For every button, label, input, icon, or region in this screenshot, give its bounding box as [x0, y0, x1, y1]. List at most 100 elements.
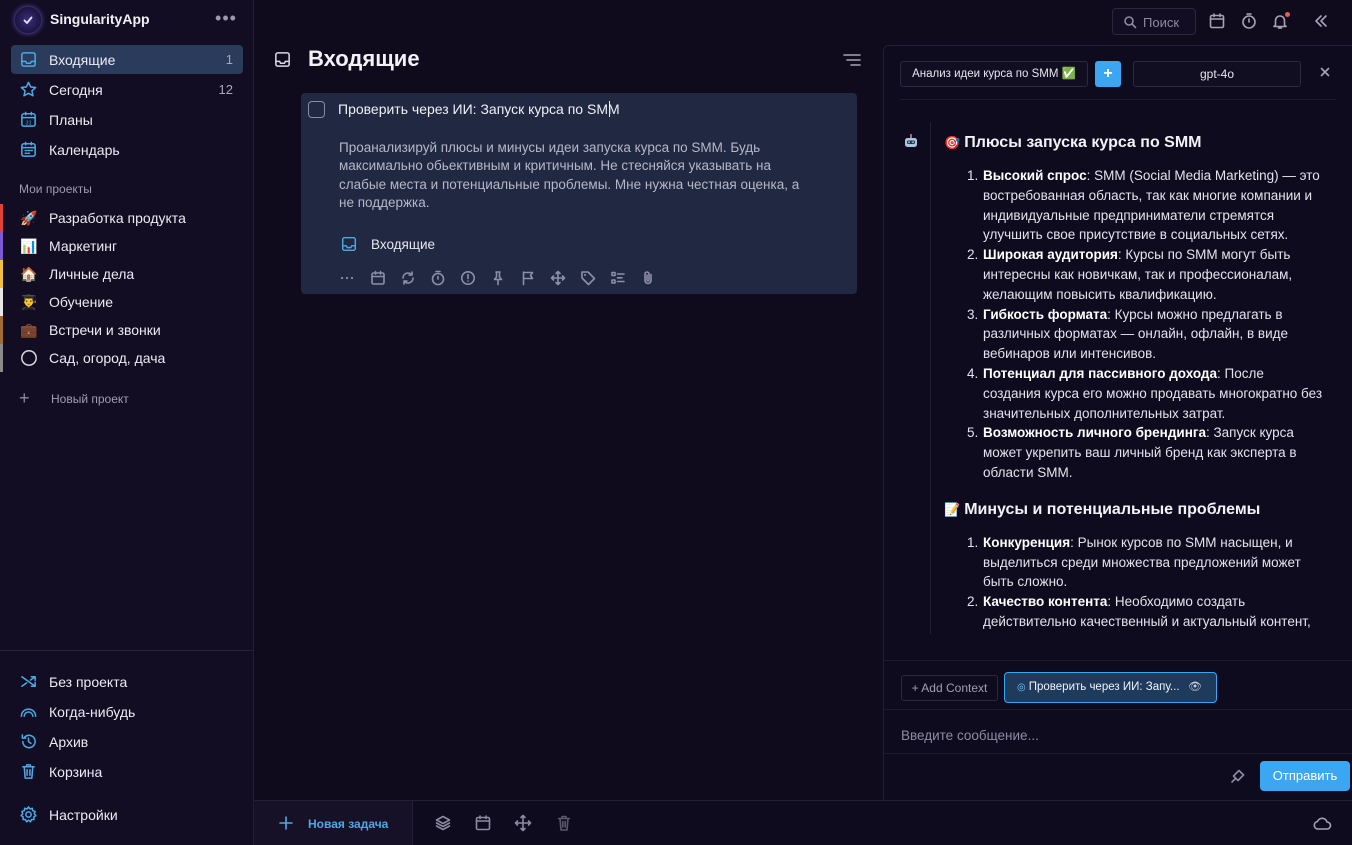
- context-chip-label: Проверить через ИИ: Запу...: [1028, 681, 1180, 693]
- list-item: 3. Гибкость формата: Курсы можно предлага…: [967, 306, 1288, 362]
- nav-count: 12: [218, 82, 233, 97]
- nav-item-inbox[interactable]: Входящие 1: [11, 45, 243, 74]
- message-rail: [930, 122, 931, 634]
- project-item-meetings[interactable]: 💼 Встречи и звонки: [0, 316, 254, 344]
- nav-item-today[interactable]: Сегодня 12: [11, 75, 243, 104]
- briefcase-icon: 💼: [20, 322, 38, 338]
- app-logo: [15, 7, 41, 33]
- calendar-icon[interactable]: [474, 814, 492, 832]
- robot-icon: [902, 132, 920, 150]
- cloud-icon[interactable]: [1312, 816, 1332, 831]
- notification-dot: [1285, 12, 1290, 17]
- list-item: 1. Высокий спрос: SMM (Social Media Marke…: [967, 168, 1320, 243]
- context-chip[interactable]: ◎ Проверить через ИИ: Запу... 👁: [1004, 672, 1217, 703]
- move-icon[interactable]: [514, 814, 532, 832]
- pin-icon[interactable]: [490, 270, 506, 286]
- task-project-label[interactable]: Входящие: [371, 237, 435, 252]
- bottom-bar: Новая задача: [254, 800, 1352, 845]
- task-description[interactable]: Проанализируй плюсы и минусы идеи запуск…: [339, 139, 809, 212]
- trash-icon: [19, 762, 38, 781]
- eye-icon[interactable]: 👁: [1188, 673, 1202, 702]
- gear-icon: [19, 805, 38, 824]
- checklist-icon[interactable]: [610, 270, 626, 286]
- project-item-product[interactable]: 🚀 Разработка продукта: [0, 204, 254, 232]
- move-icon[interactable]: [550, 270, 566, 286]
- project-label: Встречи и звонки: [49, 322, 161, 338]
- project-label: Личные дела: [49, 266, 135, 282]
- model-select[interactable]: gpt-4o: [1133, 61, 1301, 87]
- project-item-personal[interactable]: 🏠 Личные дела: [0, 260, 254, 288]
- list-item: 4. Потенциал для пассивного дохода: После…: [967, 365, 1323, 421]
- task-card[interactable]: Проверить через ИИ: Запуск курса по SMM …: [301, 93, 857, 294]
- task-title[interactable]: Проверить через ИИ: Запуск курса по SMM: [338, 101, 620, 117]
- nav-label: Календарь: [49, 142, 120, 158]
- sort-icon[interactable]: [843, 52, 861, 68]
- sidebar-item-someday[interactable]: Когда-нибудь: [19, 699, 239, 725]
- nav-item-plans[interactable]: 31 Планы: [11, 105, 243, 134]
- chat-title-select[interactable]: Анализ идеи курса по SMM ✅: [900, 61, 1088, 87]
- sidebar-item-no-project[interactable]: Без проекта: [19, 669, 239, 695]
- project-label: Сад, огород, дача: [49, 350, 166, 366]
- add-context-button[interactable]: + Add Context: [901, 675, 998, 701]
- calendar-icon[interactable]: [370, 270, 386, 286]
- list-item: 2. Широкая аудитория: Курсы по SMM могут …: [967, 247, 1293, 302]
- list-item: 5. Возможность личного брендинга: Запуск …: [967, 425, 1297, 480]
- divider: [900, 99, 1336, 100]
- project-item-garden[interactable]: Сад, огород, дача: [0, 344, 254, 372]
- task-checkbox[interactable]: [308, 101, 325, 118]
- divider: [884, 753, 1352, 754]
- more-icon[interactable]: [339, 270, 355, 286]
- search-placeholder: Поиск: [1143, 15, 1180, 30]
- inbox-icon: [273, 50, 292, 69]
- ai-chat-panel: Анализ идеи курса по SMM ✅ + gpt-4o 🎯 Плю…: [883, 45, 1352, 800]
- calendar-31-icon: 31: [19, 110, 38, 129]
- sidebar-item-label: Корзина: [49, 764, 103, 780]
- trash-icon[interactable]: [555, 814, 573, 832]
- timer-icon[interactable]: [1240, 12, 1258, 30]
- project-label: Обучение: [49, 294, 114, 310]
- calendar-icon: [19, 140, 38, 159]
- sidebar-item-label: Без проекта: [49, 674, 128, 690]
- chat-message: 🎯 Плюсы запуска курса по SMM 1. Высокий сп…: [944, 130, 1324, 634]
- send-button[interactable]: Отправить: [1260, 761, 1350, 791]
- search-input[interactable]: Поиск: [1112, 8, 1196, 35]
- sidebar-item-trash[interactable]: Корзина: [19, 759, 239, 785]
- sidebar-item-archive[interactable]: Архив: [19, 729, 239, 755]
- project-color-bar: [0, 260, 3, 288]
- cons-heading: 📝 Минусы и потенциальные проблемы: [944, 500, 1261, 518]
- message-input[interactable]: [901, 724, 1321, 746]
- pros-list: 1. Высокий спрос: SMM (Social Media Marke…: [944, 166, 1324, 483]
- timer-icon[interactable]: [430, 270, 446, 286]
- plus-icon: +: [19, 388, 30, 408]
- calendar-icon[interactable]: [1208, 12, 1226, 30]
- sidebar-item-label: Настройки: [49, 807, 118, 823]
- app-menu-button[interactable]: •••: [214, 8, 238, 28]
- tag-icon[interactable]: [580, 270, 596, 286]
- project-color-bar: [0, 316, 3, 344]
- context-icon: ◎: [1017, 682, 1026, 693]
- cons-list: 1. Конкуренция: Рынок курсов по SMM насыщ…: [944, 533, 1324, 632]
- close-icon[interactable]: [1318, 65, 1332, 79]
- new-chat-button[interactable]: +: [1095, 61, 1121, 87]
- new-task-button[interactable]: Новая задача: [254, 801, 413, 845]
- nav-item-calendar[interactable]: Календарь: [11, 135, 243, 164]
- sidebar-item-settings[interactable]: Настройки: [19, 802, 239, 828]
- attachment-icon[interactable]: [640, 270, 656, 286]
- new-task-label: Новая задача: [308, 817, 389, 831]
- repeat-icon[interactable]: [400, 270, 416, 286]
- search-icon: [1123, 15, 1137, 29]
- nav-count: 1: [225, 52, 233, 67]
- chart-icon: 📊: [20, 238, 38, 254]
- project-item-marketing[interactable]: 📊 Маркетинг: [0, 232, 254, 260]
- layers-icon[interactable]: [434, 814, 452, 832]
- priority-icon[interactable]: [460, 270, 476, 286]
- project-item-learning[interactable]: 👨‍🎓 Обучение: [0, 288, 254, 316]
- flag-icon[interactable]: [520, 270, 536, 286]
- project-label: Маркетинг: [49, 238, 118, 254]
- microphone-icon[interactable]: [1230, 768, 1246, 784]
- sidebar-header: SingularityApp •••: [0, 0, 254, 38]
- rainbow-icon: [19, 702, 38, 721]
- sidebar: SingularityApp ••• Входящие 1 Сегодня 12…: [0, 0, 254, 845]
- collapse-icon[interactable]: [1312, 12, 1330, 30]
- sidebar-divider: [0, 650, 254, 651]
